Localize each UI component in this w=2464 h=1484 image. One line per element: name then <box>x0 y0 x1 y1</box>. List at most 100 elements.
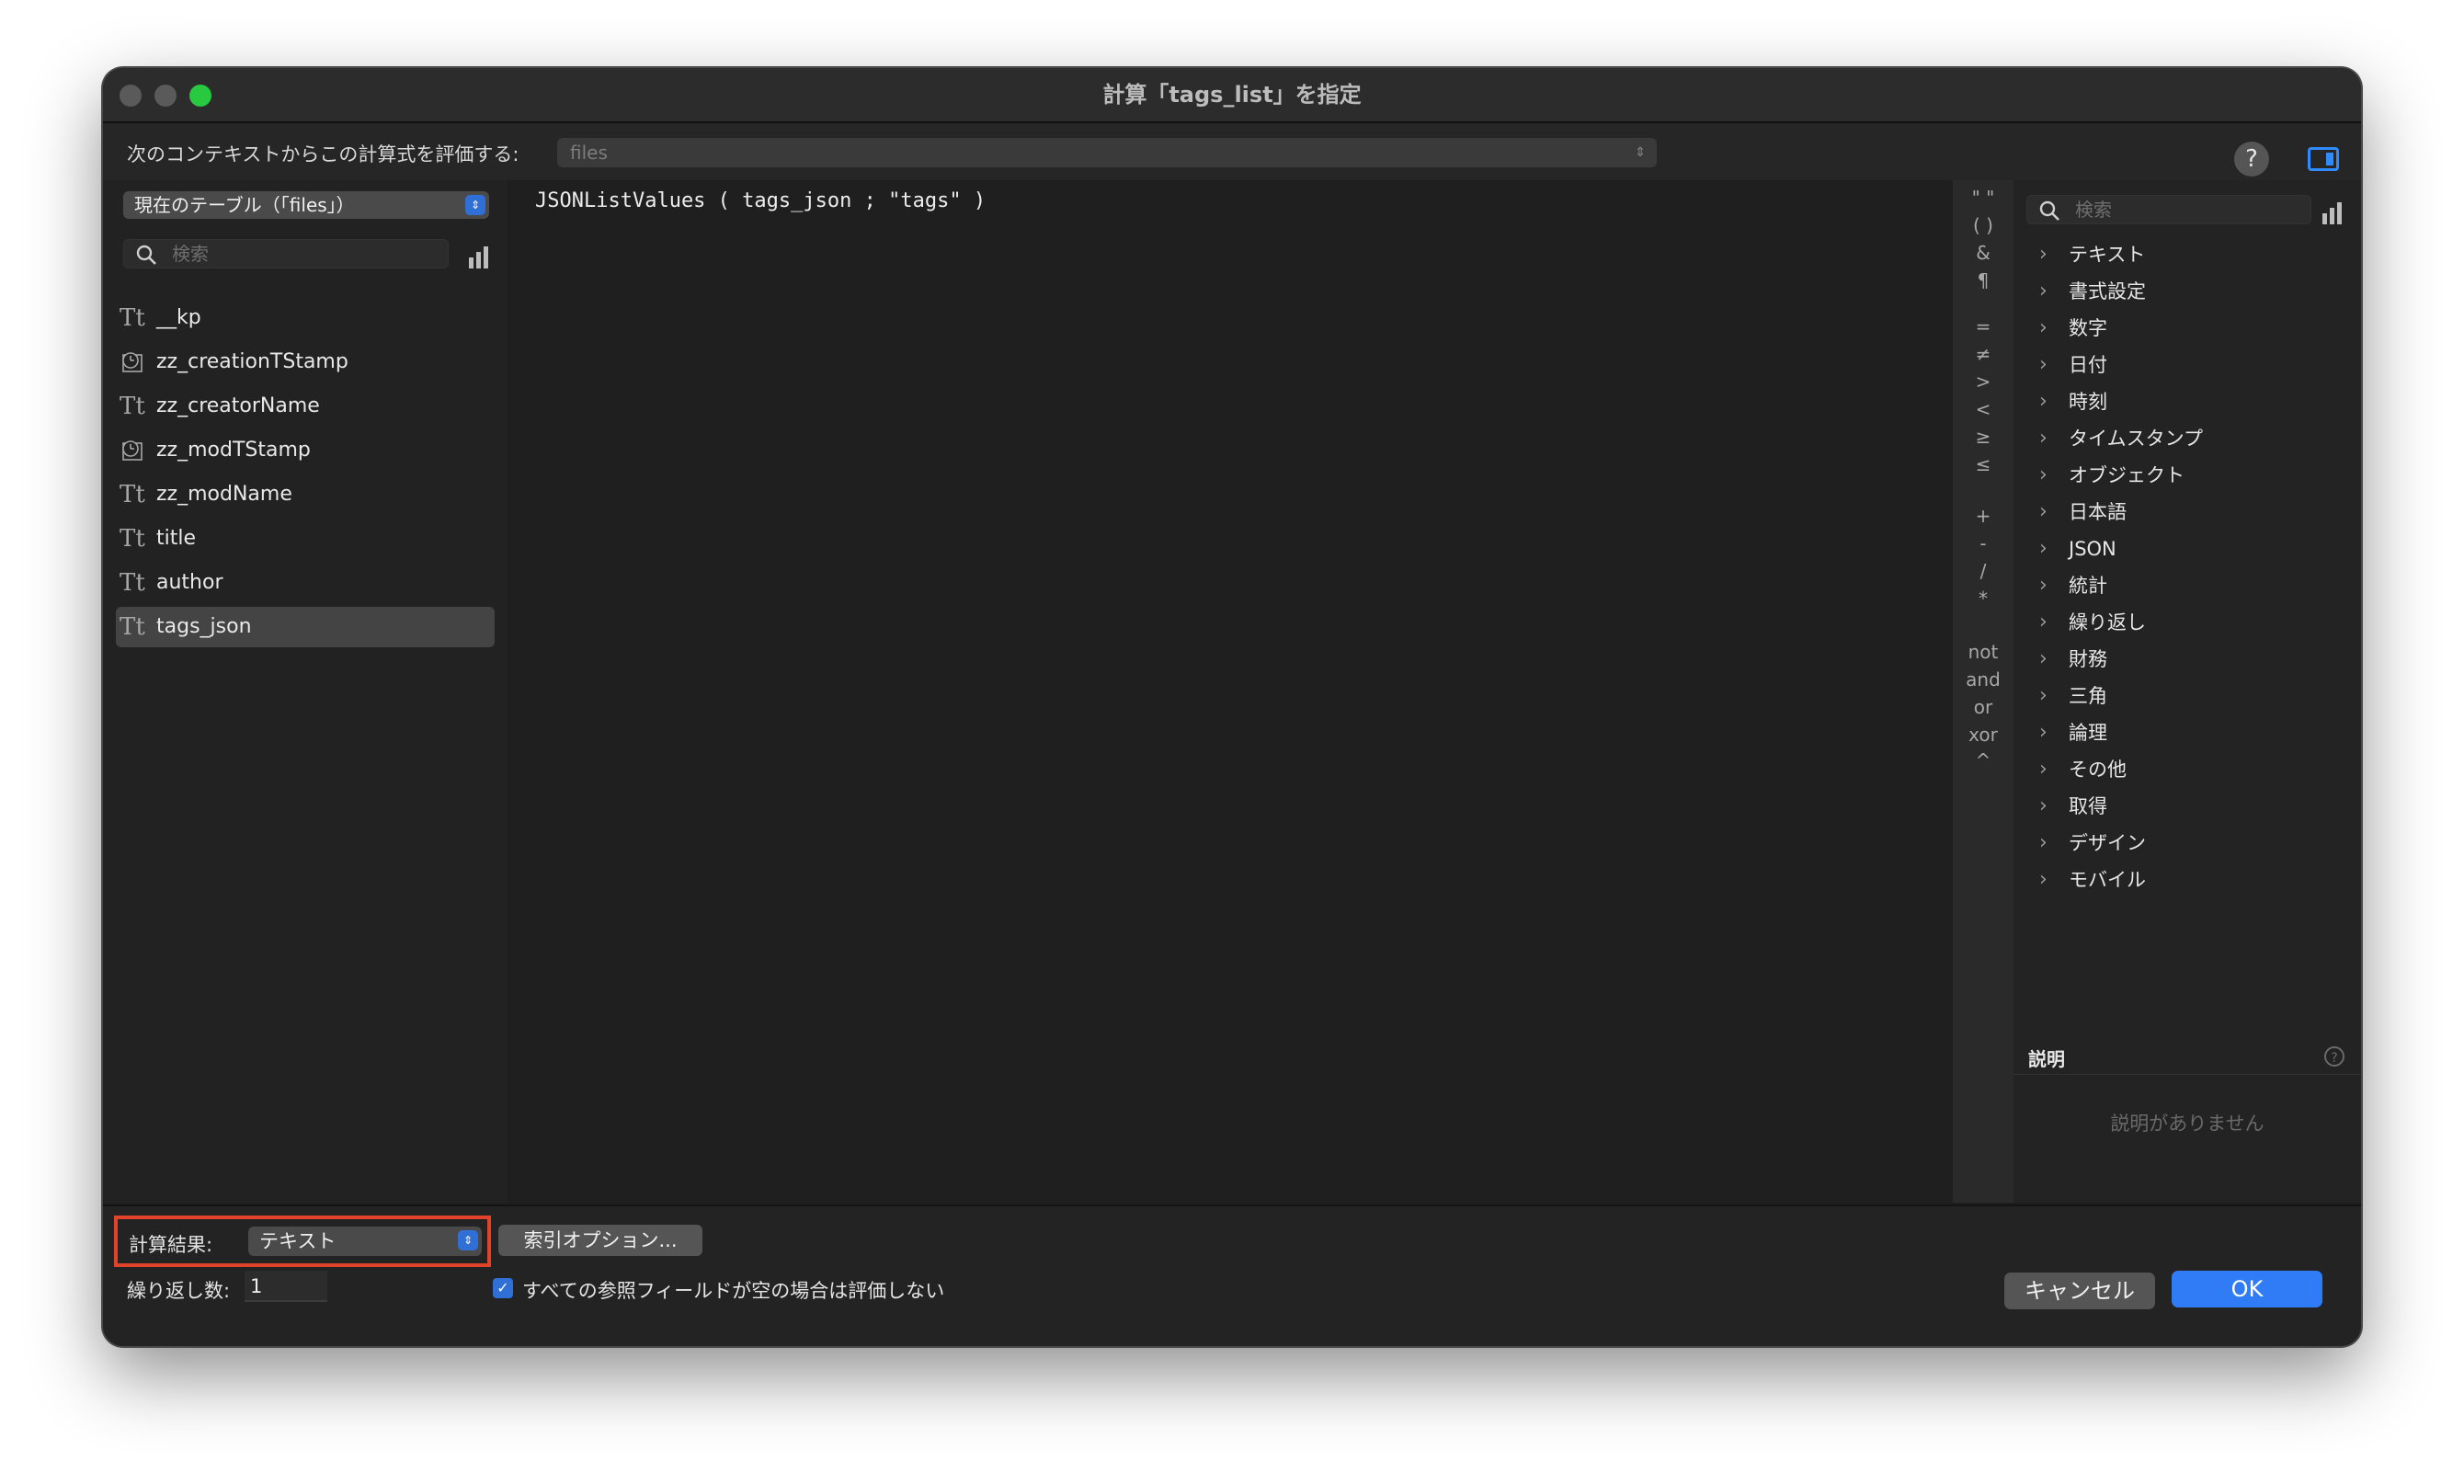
field-item[interactable]: Tt zz_modName <box>116 474 495 515</box>
index-options-button[interactable]: 索引オプション... <box>498 1225 702 1256</box>
operator-xor[interactable]: xor <box>1953 721 2013 748</box>
function-category[interactable]: › 論理 <box>2036 715 2330 750</box>
chevron-right-icon: › <box>2039 316 2048 339</box>
function-category[interactable]: › 日本語 <box>2036 495 2330 530</box>
operator-multiply[interactable]: * <box>1953 585 2013 612</box>
operator-equal[interactable]: = <box>1953 313 2013 340</box>
function-category[interactable]: › デザイン <box>2036 826 2330 861</box>
chevron-right-icon: › <box>2039 463 2048 486</box>
operator-not-equal[interactable]: ≠ <box>1953 340 2013 368</box>
field-item[interactable]: zz_creationTStamp <box>116 342 495 382</box>
function-search-input[interactable]: 検索 <box>2026 195 2311 224</box>
field-name: zz_creationTStamp <box>156 350 348 373</box>
operator-less[interactable]: < <box>1953 395 2013 423</box>
chevron-right-icon: › <box>2039 611 2048 634</box>
sort-bars-icon[interactable] <box>467 245 491 268</box>
cancel-button[interactable]: キャンセル <box>2004 1273 2155 1309</box>
operator-less-equal[interactable]: ≤ <box>1953 451 2013 478</box>
calc-result-select[interactable]: テキスト ⇕ <box>248 1227 482 1256</box>
chevron-right-icon: › <box>2039 794 2048 817</box>
function-category[interactable]: › 書式設定 <box>2036 274 2330 309</box>
chevron-right-icon: › <box>2039 353 2048 376</box>
operator-power[interactable]: ^ <box>1953 747 2013 774</box>
operator-parens[interactable]: ( ) <box>1953 211 2013 239</box>
help-button[interactable]: ? <box>2234 142 2269 177</box>
table-select-value: 現在のテーブル（「files」） <box>134 194 355 216</box>
do-not-evaluate-checkbox[interactable]: ✓ <box>493 1278 513 1298</box>
field-name: zz_creatorName <box>156 394 320 417</box>
operator-and[interactable]: and <box>1953 666 2013 693</box>
operator-divide[interactable]: / <box>1953 557 2013 585</box>
updown-arrow-icon: ⇕ <box>458 1230 478 1250</box>
chevron-right-icon: › <box>2039 390 2048 413</box>
field-item[interactable]: zz_modTStamp <box>116 430 495 471</box>
formula-text[interactable]: JSONListValues ( tags_json ; "tags" ) <box>535 189 986 212</box>
help-circle-icon[interactable]: ? <box>2324 1046 2344 1067</box>
field-name: title <box>156 527 197 550</box>
operator-plus[interactable]: + <box>1953 502 2013 530</box>
search-icon <box>2039 200 2059 221</box>
chevron-right-icon: › <box>2039 243 2048 266</box>
description-title: 説明 <box>2028 1048 2065 1070</box>
function-category[interactable]: › 日付 <box>2036 348 2330 382</box>
functions-pane: 検索 › テキスト › 書式設定 › 数字 › 日付 › 時刻 › タイムスタンプ › オブジ… <box>2013 180 2361 1203</box>
chevron-right-icon: › <box>2039 647 2048 670</box>
text-type-icon: Tt <box>120 613 145 641</box>
field-name: zz_modTStamp <box>156 439 311 462</box>
operator-greater[interactable]: > <box>1953 368 2013 395</box>
timestamp-type-icon <box>122 352 143 372</box>
chevron-right-icon: › <box>2039 868 2048 891</box>
operator-quotes[interactable]: " " <box>1953 184 2013 211</box>
sidebar-toggle-icon[interactable] <box>2308 147 2339 171</box>
updown-arrow-icon: ⇕ <box>465 195 485 215</box>
operator-ampersand[interactable]: & <box>1953 239 2013 267</box>
function-category[interactable]: › 数字 <box>2036 311 2330 346</box>
function-category[interactable]: › 三角 <box>2036 679 2330 713</box>
operator-greater-equal[interactable]: ≥ <box>1953 423 2013 451</box>
calc-result-group: 計算結果: テキスト ⇕ <box>114 1216 491 1267</box>
field-item-selected[interactable]: Tt tags_json <box>116 607 495 647</box>
updown-arrow-icon: ⇕ <box>1635 145 1646 160</box>
function-search-placeholder: 検索 <box>2075 199 2112 221</box>
text-type-icon: Tt <box>120 569 145 597</box>
context-label: 次のコンテキストからこの計算式を評価する: <box>127 143 519 166</box>
calc-result-value: テキスト <box>259 1230 337 1252</box>
function-category[interactable]: › その他 <box>2036 752 2330 787</box>
field-item[interactable]: Tt zz_creatorName <box>116 386 495 427</box>
operator-or[interactable]: or <box>1953 693 2013 721</box>
field-item[interactable]: Tt __kp <box>116 298 495 338</box>
search-icon <box>136 245 156 265</box>
repetitions-input[interactable]: 1 <box>245 1271 327 1302</box>
operator-pilcrow[interactable]: ¶ <box>1953 267 2013 294</box>
operator-not[interactable]: not <box>1953 638 2013 666</box>
chevron-right-icon: › <box>2039 831 2048 854</box>
context-select[interactable]: files ⇕ <box>557 138 1657 167</box>
field-search-input[interactable]: 検索 <box>123 239 449 268</box>
operator-minus[interactable]: - <box>1953 530 2013 557</box>
field-name: zz_modName <box>156 483 292 506</box>
function-category[interactable]: › JSON <box>2036 531 2330 566</box>
do-not-evaluate-label[interactable]: すべての参照フィールドが空の場合は評価しない <box>522 1276 944 1304</box>
chevron-right-icon: › <box>2039 427 2048 450</box>
field-search-placeholder: 検索 <box>172 243 209 265</box>
context-select-value: files <box>570 142 608 164</box>
chevron-right-icon: › <box>2039 684 2048 707</box>
function-category[interactable]: › 繰り返し <box>2036 605 2330 640</box>
function-category[interactable]: › モバイル <box>2036 862 2330 897</box>
function-category[interactable]: › オブジェクト <box>2036 458 2330 493</box>
function-category[interactable]: › テキスト <box>2036 237 2330 272</box>
sort-bars-icon[interactable] <box>2321 200 2344 224</box>
title-bar[interactable]: 計算「tags_list」を指定 <box>103 68 2361 123</box>
field-item[interactable]: Tt title <box>116 519 495 559</box>
table-select[interactable]: 現在のテーブル（「files」） ⇕ <box>123 191 489 219</box>
ok-button[interactable]: OK <box>2172 1271 2322 1307</box>
field-item[interactable]: Tt author <box>116 563 495 603</box>
function-category[interactable]: › 時刻 <box>2036 384 2330 419</box>
function-category[interactable]: › 取得 <box>2036 789 2330 824</box>
function-category[interactable]: › タイムスタンプ <box>2036 421 2330 456</box>
function-category[interactable]: › 統計 <box>2036 568 2330 603</box>
field-name: __kp <box>156 306 201 329</box>
function-category[interactable]: › 財務 <box>2036 642 2330 677</box>
formula-editor[interactable]: JSONListValues ( tags_json ; "tags" ) <box>511 180 1953 1203</box>
description-empty-text: 説明がありません <box>2110 1113 2264 1135</box>
